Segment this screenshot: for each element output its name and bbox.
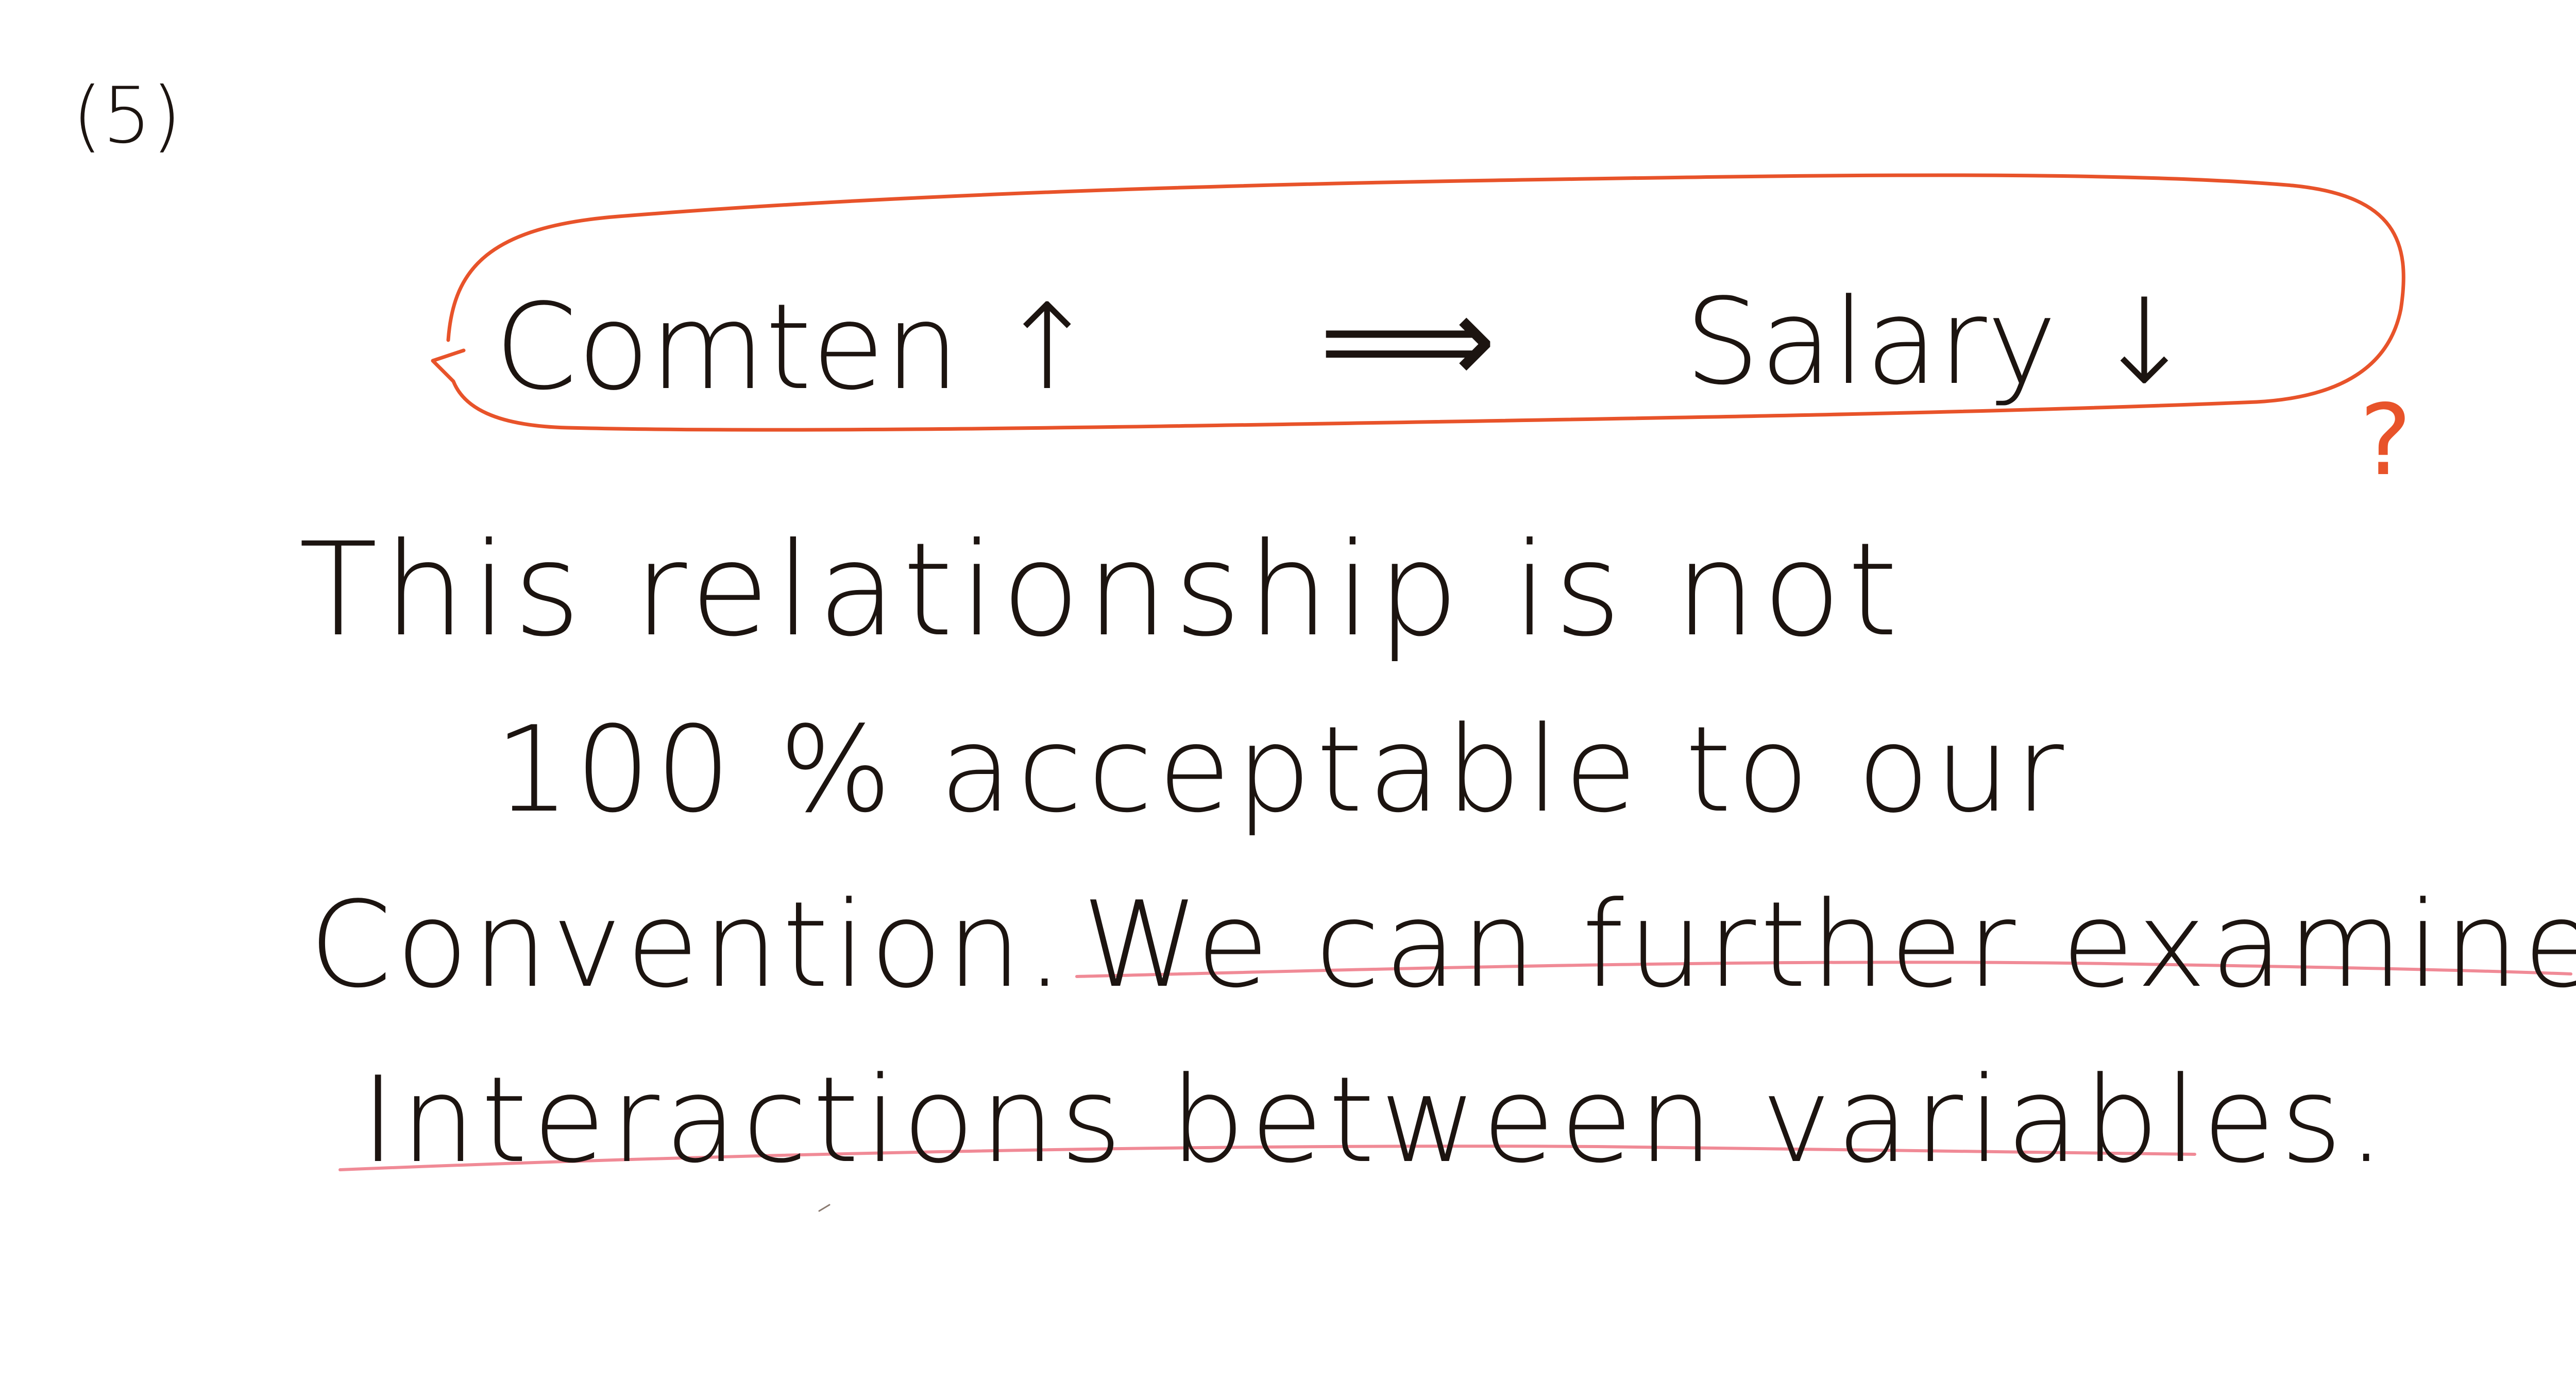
note-line-3-underlined: We can further examine <box>1082 877 2576 1014</box>
note-line-1: This relationship is not <box>299 515 1904 665</box>
note-line-3-start: Convention. <box>309 877 1068 1014</box>
note-line-4-underlined: Interactions between variables. <box>361 1052 2391 1189</box>
question-mark-annotation: ? <box>2360 383 2412 497</box>
handwritten-note-page: (5) Comten ↑ ⟹ Salary ↓ ? This relations… <box>0 0 2576 1380</box>
stray-ink-mark <box>818 1204 831 1212</box>
formula-right-term: Salary ↓ <box>1685 274 2194 411</box>
note-line-2: 100 % acceptable to our <box>495 701 2069 839</box>
formula-implies-arrow: ⟹ <box>1319 268 1497 412</box>
formula-left-term: Comten ↑ <box>495 279 1097 416</box>
section-number: (5) <box>72 71 182 161</box>
